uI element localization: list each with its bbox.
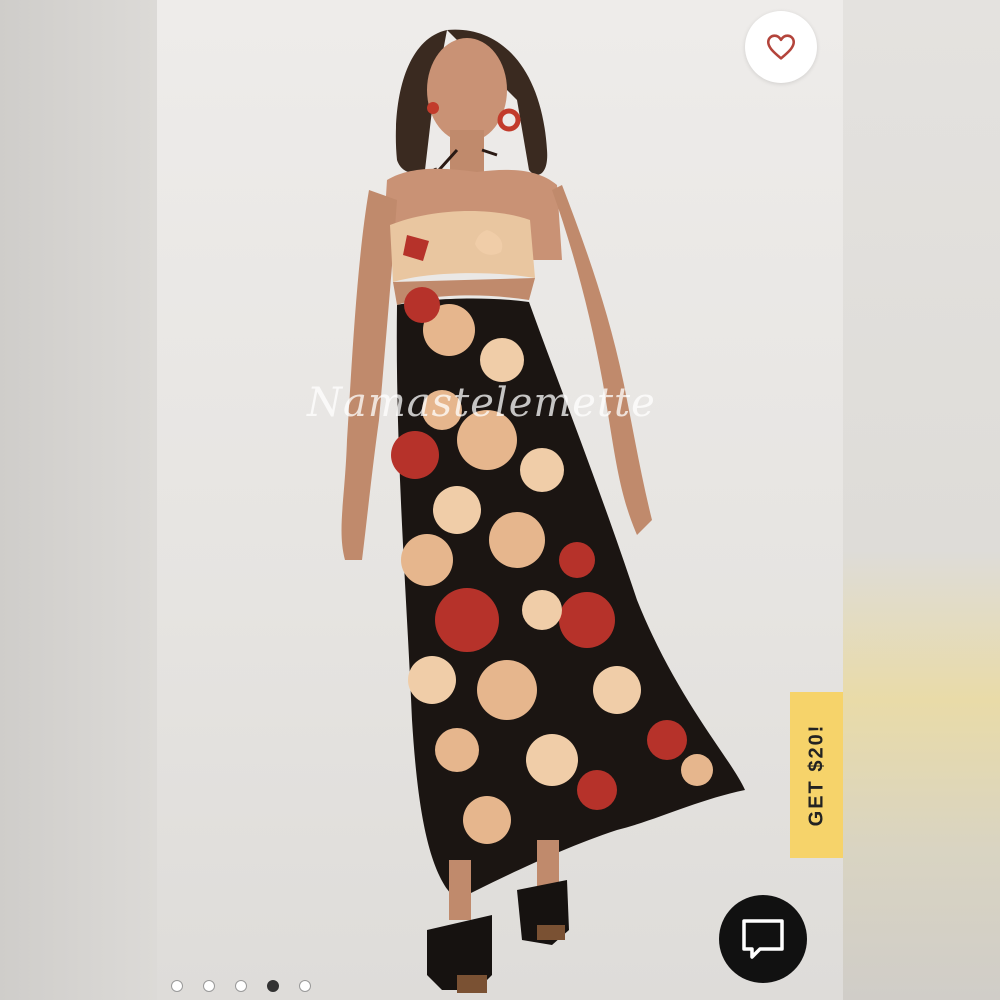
backdrop-left	[0, 0, 157, 1000]
chat-button[interactable]	[719, 895, 807, 983]
promo-label: GET $20!	[805, 723, 827, 827]
product-photo	[341, 29, 745, 993]
carousel-dot-5[interactable]	[299, 980, 311, 992]
carousel-pagination	[171, 978, 311, 994]
promo-tab[interactable]: GET $20!	[790, 692, 843, 858]
carousel-dot-4-active[interactable]	[267, 980, 279, 992]
favorite-button[interactable]	[745, 11, 817, 83]
product-image-viewer[interactable]: Namastelemette	[157, 0, 843, 1000]
carousel-dot-2[interactable]	[203, 980, 215, 992]
carousel-dot-3[interactable]	[235, 980, 247, 992]
backdrop-right	[843, 0, 1000, 1000]
watermark-text: Namastelemette	[307, 380, 656, 426]
chat-bubble-icon	[742, 919, 784, 959]
carousel-dot-1[interactable]	[171, 980, 183, 992]
heart-outline-icon	[766, 34, 796, 60]
